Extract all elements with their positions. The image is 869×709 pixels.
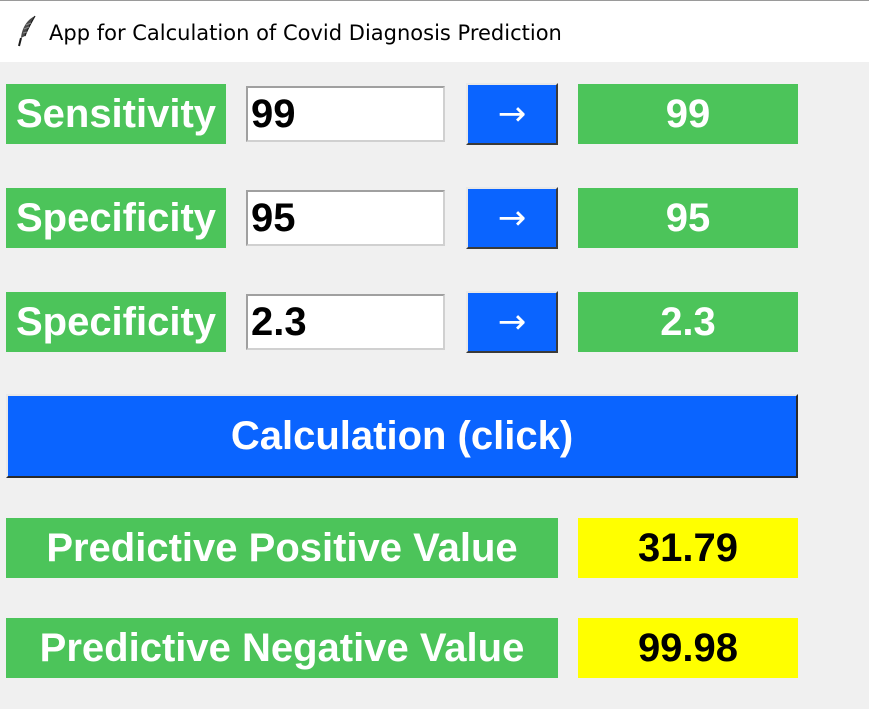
ppv-label: Predictive Positive Value [6, 518, 558, 578]
title-bar: App for Calculation of Covid Diagnosis P… [0, 0, 869, 62]
specificity-input[interactable] [246, 190, 445, 246]
app-window: App for Calculation of Covid Diagnosis P… [0, 0, 869, 709]
npv-value: 99.98 [578, 618, 798, 678]
ppv-value: 31.79 [578, 518, 798, 578]
feather-icon [18, 15, 36, 47]
specificity-label: Specificity [6, 188, 226, 248]
specificity-value: 95 [578, 188, 798, 248]
calculate-button[interactable]: Calculation (click) [6, 394, 798, 478]
sensitivity-label: Sensitivity [6, 84, 226, 144]
sensitivity-value: 99 [578, 84, 798, 144]
window-title: App for Calculation of Covid Diagnosis P… [49, 21, 562, 45]
sensitivity-input[interactable] [246, 86, 445, 142]
prevalence-label: Specificity [6, 292, 226, 352]
prevalence-apply-button[interactable]: → [466, 291, 558, 353]
sensitivity-apply-button[interactable]: → [466, 83, 558, 145]
npv-label: Predictive Negative Value [6, 618, 558, 678]
prevalence-input[interactable] [246, 294, 445, 350]
specificity-apply-button[interactable]: → [466, 187, 558, 249]
prevalence-value: 2.3 [578, 292, 798, 352]
